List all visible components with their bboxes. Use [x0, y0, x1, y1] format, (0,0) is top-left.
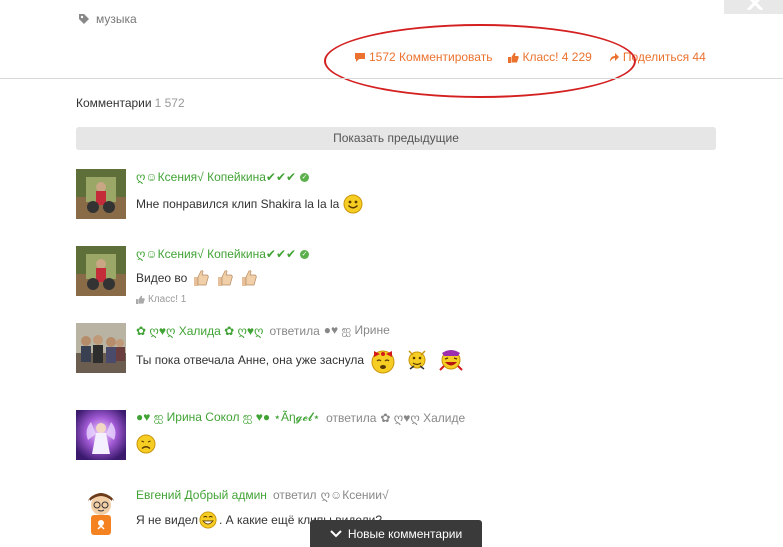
verified-icon: ✓ — [300, 249, 310, 259]
thumbs-up-icon — [508, 52, 520, 63]
avatar[interactable] — [76, 410, 126, 460]
reply-word: ответил — [272, 488, 317, 502]
tag-label: музыка — [96, 12, 137, 26]
comment-text-before: Я не видел — [136, 513, 198, 527]
comment-text: Видео во — [136, 271, 188, 285]
comment-author[interactable]: ღ☺Ксения√ Копейкина✔✔✔ — [136, 170, 296, 184]
grin-emoji-icon — [199, 511, 217, 529]
comments-header: Комментарии 1 572 — [76, 96, 185, 110]
comment-author[interactable]: ●♥ ஐ Ирина Сокол ஐ ♥● ⋆Ãη𝓰𝓮𝓵⋆ — [136, 410, 320, 426]
chevron-down-icon — [330, 529, 342, 537]
share-label: Поделиться 44 — [622, 50, 706, 64]
thumbs-up-emoji-icon — [218, 270, 233, 286]
like-button[interactable]: Класс! 4 229 — [508, 50, 592, 64]
thumbs-up-emoji-icon — [242, 270, 257, 286]
share-icon — [609, 52, 619, 62]
tag-row[interactable]: музыка — [78, 12, 137, 26]
comment-button[interactable]: 1572 Комментировать — [354, 50, 492, 64]
new-comments-button[interactable]: Новые комментарии — [310, 520, 482, 547]
like-label: Класс! 4 229 — [522, 50, 592, 64]
thumbs-up-icon — [136, 295, 145, 304]
tag-icon — [79, 14, 89, 24]
divider — [0, 78, 783, 79]
share-button[interactable]: Поделиться 44 — [608, 50, 706, 64]
avatar[interactable] — [76, 246, 126, 296]
reply-to[interactable]: ●♥ ஐ Ирине — [324, 323, 390, 339]
avatar[interactable] — [76, 487, 126, 537]
new-comments-label: Новые комментарии — [347, 526, 463, 541]
avatar[interactable] — [76, 169, 126, 219]
smile-emoji-icon — [343, 194, 363, 214]
reply-word: ответила — [269, 324, 320, 338]
reply-to[interactable]: ✿ ღ♥ღ Халиде — [380, 411, 465, 425]
verified-icon: ✓ — [300, 172, 310, 182]
close-icon — [746, 0, 764, 10]
avatar[interactable] — [76, 323, 126, 373]
comment-text: Мне понравился клип Shakira la la la — [136, 197, 340, 211]
comment-label: 1572 Комментировать — [369, 50, 493, 64]
comments-count: 1 572 — [154, 96, 185, 110]
reply-word: ответила — [326, 411, 377, 425]
comments-title: Комментарии — [76, 96, 152, 110]
comment-like-label: Класс! 1 — [148, 294, 187, 305]
comment-author[interactable]: Евгений Добрый админ — [136, 488, 267, 502]
dancing-emoji-icon — [408, 350, 426, 370]
comment-author[interactable]: ღ☺Ксения√ Копейкина✔✔✔ — [136, 247, 296, 261]
comment-text: Ты пока отвечала Анне, она уже заснула — [136, 353, 365, 367]
close-button[interactable] — [724, 0, 783, 14]
sleepy-bow-emoji-icon — [371, 350, 395, 374]
reply-to[interactable]: ღ☺Ксении√ — [321, 488, 389, 502]
comment-author[interactable]: ✿ ღ♥ღ Халида ✿ ღ♥ღ — [136, 324, 264, 338]
sad-emoji-icon — [136, 434, 156, 454]
post-actions: 1572 Комментировать Класс! 4 229 Поделит… — [354, 50, 706, 64]
thumbs-up-emoji-icon — [194, 270, 209, 286]
laughing-emoji-icon — [439, 350, 463, 371]
show-previous-button[interactable]: Показать предыдущие — [76, 127, 716, 150]
comment-like[interactable]: Класс! 1 — [136, 294, 716, 305]
comment-icon — [355, 52, 365, 62]
